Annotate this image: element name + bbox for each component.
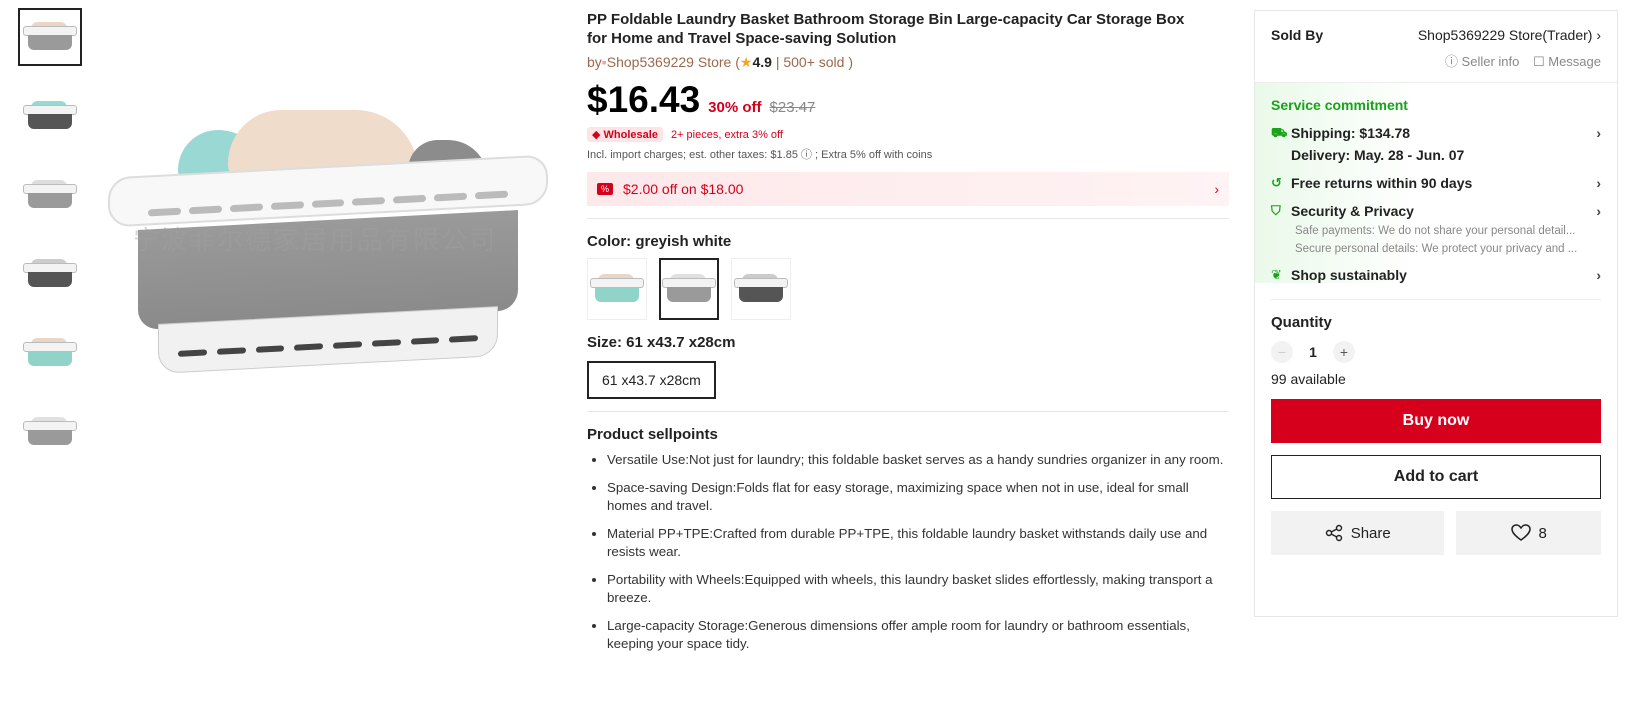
swatch-greyish-white[interactable] [659,258,719,320]
wishlist-button[interactable]: 8 [1456,511,1601,555]
security-sub-payments: Safe payments: We do not share your pers… [1295,225,1576,237]
main-product-image[interactable]: 宁波菲尔德家居用品有限公司 [108,110,548,390]
store-byline: by▪Shop5369229 Store (★4.9 | 500+ sold ) [587,54,1229,71]
divider [587,411,1229,412]
delivery-text: Delivery: May. 28 - Jun. 07 [1291,147,1465,163]
chevron-right-icon: › [1596,203,1601,219]
sellpoints-title: Product sellpoints [587,426,718,443]
tax-line: Incl. import charges; est. other taxes: … [587,149,933,161]
sellpoints-list: Versatile Use:Not just for laundry; this… [587,451,1229,653]
security-row[interactable]: ⛉ Security & Privacy › [1271,203,1601,219]
thumbnail-4[interactable] [18,245,82,303]
available-count: 99 available [1271,371,1346,387]
service-title: Service commitment [1271,97,1408,113]
message-link[interactable]: ☐ Message [1533,54,1601,69]
thumbnail-3[interactable] [18,166,82,224]
price: $16.43 [587,79,701,120]
color-label: Color: greyish white [587,233,732,250]
size-label: Size: 61 x43.7 x28cm [587,334,736,351]
thumbnail-1[interactable] [18,8,82,66]
seller-info-link[interactable]: ⓘ Seller info [1445,54,1519,69]
thumbnail-2[interactable] [18,87,82,145]
seller-store: Shop5369229 Store(Trader) › [1417,27,1601,43]
sold-count: | 500+ sold ) [775,54,853,70]
price-row: $16.43 30% off $23.47 [587,79,1229,121]
share-label: Share [1350,524,1391,542]
store-link[interactable]: Shop5369229 Store [607,54,732,70]
chevron-right-icon: › [1596,267,1601,283]
coupon-icon: % [597,183,613,195]
discount-percent: 30% off [708,99,762,116]
size-option[interactable]: 61 x43.7 x28cm [587,361,716,399]
returns-text: Free returns within 90 days [1291,175,1473,191]
seller-links: ⓘ Seller info ☐ Message [1271,51,1601,70]
quantity-stepper: − 1 + [1271,341,1601,363]
thumbnail-strip [18,8,82,482]
chevron-right-icon: › [1596,125,1601,141]
image-watermark: 宁波菲尔德家居用品有限公司 [133,226,498,256]
swatch-image [590,274,644,304]
original-price: $23.47 [769,99,816,116]
increment-button[interactable]: + [1333,341,1355,363]
rating-value: 4.9 [752,54,772,70]
likes-count: 8 [1538,524,1547,542]
swatch-teal[interactable] [587,258,647,320]
shipping-row[interactable]: ⛟ Shipping: $134.78 Delivery: May. 28 - J… [1271,125,1601,163]
quantity-title: Quantity [1271,299,1601,331]
service-commitment: Service commitment ⛟ Shipping: $134.78 De… [1255,82,1617,283]
product-details: PP Foldable Laundry Basket Bathroom Stor… [587,10,1229,663]
chevron-right-icon: › [1214,181,1219,197]
sellpoint-item: Portability with Wheels:Equipped with wh… [607,571,1229,607]
leaf-icon: ❦ [1271,267,1282,282]
sellpoint-item: Versatile Use:Not just for laundry; this… [607,451,1229,469]
sellpoint-item: Large-capacity Storage:Generous dimensio… [607,617,1229,653]
thumbnail-image [23,417,77,447]
swatch-dark-grey[interactable] [731,258,791,320]
sold-by-label: Sold By [1271,27,1324,43]
truck-icon: ⛟ [1271,125,1288,140]
color-swatches [587,258,1229,320]
swatch-image [734,274,788,304]
thumbnail-image [23,180,77,210]
sustainable-text: Shop sustainably [1291,267,1407,283]
sustainable-row[interactable]: ❦ Shop sustainably › [1271,267,1601,283]
wholesale-badge: ◆ Wholesale [587,127,663,142]
returns-icon: ↺ [1271,175,1282,190]
shield-icon: ⛉ [1271,203,1281,218]
wholesale-row: ◆ Wholesale 2+ pieces, extra 3% off [587,127,1229,142]
thumbnail-image [23,22,77,52]
sellpoint-item: Material PP+TPE:Crafted from durable PP+… [607,525,1229,561]
chevron-right-icon: › [1596,27,1601,43]
security-sub-details: Secure personal details: We protect your… [1295,243,1578,255]
by-prefix: by [587,54,602,70]
thumbnail-5[interactable] [18,324,82,382]
returns-row[interactable]: ↺ Free returns within 90 days › [1271,175,1601,191]
swatch-image [662,274,716,304]
divider [587,218,1229,219]
share-button[interactable]: Share [1271,511,1445,555]
wholesale-text: 2+ pieces, extra 3% off [670,128,783,141]
thumbnail-image [23,101,77,131]
thumbnail-image [23,259,77,289]
purchase-panel: Sold By Shop5369229 Store(Trader) › ⓘ Se… [1254,10,1618,617]
product-title: PP Foldable Laundry Basket Bathroom Stor… [587,11,1185,47]
share-icon [1325,524,1342,542]
decrement-button[interactable]: − [1271,341,1293,363]
sellpoint-item: Space-saving Design:Folds flat for easy … [607,479,1229,515]
coupon-banner[interactable]: % $2.00 off on $18.00 › [587,172,1229,206]
sold-by-row[interactable]: Sold By Shop5369229 Store(Trader) › [1271,27,1601,43]
security-text: Security & Privacy [1291,203,1414,219]
heart-icon [1510,524,1531,541]
chevron-right-icon: › [1596,175,1601,191]
thumbnail-6[interactable] [18,403,82,461]
star-icon: ★ [739,54,753,70]
coupon-text: $2.00 off on $18.00 [623,181,744,197]
share-row: Share 8 [1271,511,1601,555]
thumbnail-image [23,338,77,368]
tag-icon: ◆ [592,129,601,141]
add-to-cart-button[interactable]: Add to cart [1271,455,1601,499]
buy-now-button[interactable]: Buy now [1271,399,1601,443]
quantity-value: 1 [1309,344,1317,360]
shipping-text: Shipping: $134.78 [1291,125,1411,141]
